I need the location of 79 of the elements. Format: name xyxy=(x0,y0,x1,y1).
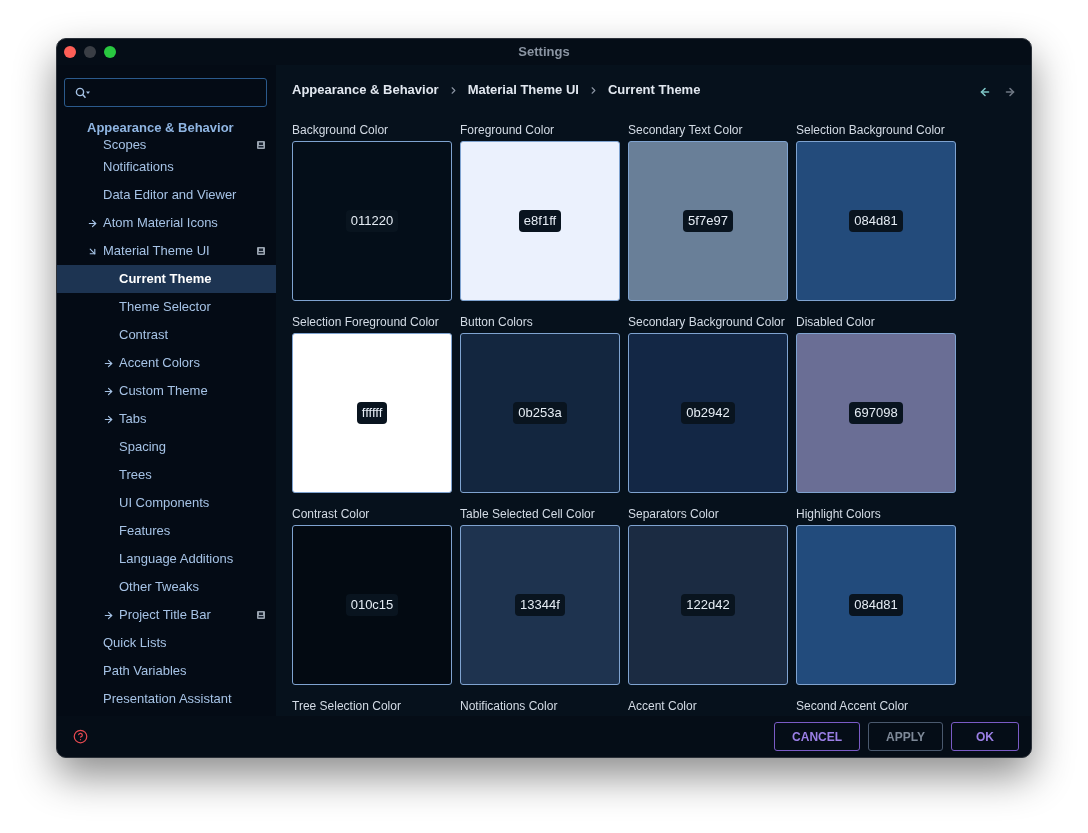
color-swatch[interactable]: 122d42 xyxy=(628,525,788,685)
dialog-button[interactable]: OK xyxy=(951,722,1019,751)
sidebar-item[interactable]: Current Theme xyxy=(57,265,276,293)
hex-value: 5f7e97 xyxy=(683,210,733,232)
color-label: Disabled Color xyxy=(796,314,876,331)
hex-value: 697098 xyxy=(849,402,903,424)
color-label: Table Selected Cell Color xyxy=(460,506,596,523)
color-label: Notifications Color xyxy=(460,698,559,715)
sidebar-item[interactable]: Project Title Bar xyxy=(57,601,276,629)
sidebar-item[interactable]: Contrast xyxy=(57,321,276,349)
color-swatch[interactable]: 13344f xyxy=(460,525,620,685)
arrow-left-icon[interactable] xyxy=(979,86,991,98)
dialog-button[interactable]: CANCEL xyxy=(774,722,861,751)
sidebar-item[interactable]: UI Components xyxy=(57,489,276,517)
breadcrumb-link[interactable]: Current Theme xyxy=(607,80,701,100)
color-swatch[interactable]: 084d81 xyxy=(796,525,956,685)
sidebar-item[interactable]: Theme Selector xyxy=(57,293,276,321)
color-label: Secondary Background Color xyxy=(628,314,786,331)
sidebar-item[interactable]: Tabs xyxy=(57,405,276,433)
hex-value: 011220 xyxy=(345,210,399,232)
color-swatch[interactable]: 697098 xyxy=(796,333,956,493)
hex-value: 084d81 xyxy=(849,594,903,616)
section-header: Appearance & Behavior xyxy=(86,119,235,137)
help-icon[interactable] xyxy=(73,729,88,744)
sidebar-item[interactable]: Trees xyxy=(57,461,276,489)
color-label: Second Accent Color xyxy=(796,698,910,715)
color-swatch[interactable]: 0b253a xyxy=(460,333,620,493)
color-label: Highlight Colors xyxy=(796,506,882,523)
arrow-right-icon[interactable] xyxy=(103,357,114,369)
color-label: Button Colors xyxy=(460,314,534,331)
search-icon xyxy=(75,86,91,99)
sidebar-item[interactable]: Notifications xyxy=(57,153,276,181)
arrow-right-icon[interactable] xyxy=(103,385,114,397)
breadcrumb-link[interactable]: Material Theme UI xyxy=(467,80,579,100)
hex-value: 13344f xyxy=(515,594,565,616)
arrow-right-icon[interactable] xyxy=(103,609,114,621)
hex-value: 0b2942 xyxy=(681,402,735,424)
sidebar-item[interactable]: Spacing xyxy=(57,433,276,461)
arrow-right-icon[interactable] xyxy=(87,217,98,229)
hex-value: 0b253a xyxy=(513,402,567,424)
color-label: Contrast Color xyxy=(292,506,371,523)
sidebar-item[interactable]: Quick Lists xyxy=(57,629,276,657)
sidebar-item[interactable]: Atom Material Icons xyxy=(57,209,276,237)
maximize-window-icon[interactable] xyxy=(104,46,116,58)
search-field[interactable] xyxy=(64,78,267,107)
hex-value: 122d42 xyxy=(681,594,735,616)
sidebar-item[interactable]: Material Theme UI xyxy=(57,237,276,265)
breadcrumb-link[interactable]: Appearance & Behavior xyxy=(292,80,439,100)
sidebar-item[interactable]: Language Additions xyxy=(57,545,276,573)
color-label: Selection Background Color xyxy=(796,122,946,139)
color-label: Separators Color xyxy=(628,506,720,523)
arrow-right-icon[interactable] xyxy=(103,413,114,425)
color-swatch[interactable]: 084d81 xyxy=(796,141,956,301)
color-swatch[interactable]: e8f1ff xyxy=(460,141,620,301)
sidebar-item[interactable]: Scopes xyxy=(57,137,276,153)
color-swatch[interactable]: 0b2942 xyxy=(628,333,788,493)
sidebar-item[interactable]: Other Tweaks xyxy=(57,573,276,601)
color-label: Secondary Text Color xyxy=(628,122,744,139)
sidebar-item[interactable]: Path Variables xyxy=(57,657,276,685)
hex-value: ffffff xyxy=(356,402,388,424)
color-label: Tree Selection Color xyxy=(292,698,402,715)
close-window-icon[interactable] xyxy=(64,46,76,58)
color-swatch[interactable]: 010c15 xyxy=(292,525,452,685)
window-title: Settings xyxy=(518,43,570,62)
sidebar-item[interactable]: Features xyxy=(57,517,276,545)
sidebar-item[interactable]: Custom Theme xyxy=(57,377,276,405)
color-label: Background Color xyxy=(292,122,390,139)
sidebar-item[interactable]: Presentation Assistant xyxy=(57,685,276,713)
color-label: Selection Foreground Color xyxy=(292,314,440,331)
sidebar-item[interactable]: Data Editor and Viewer xyxy=(57,181,276,209)
color-swatch[interactable]: 011220 xyxy=(292,141,452,301)
color-swatch[interactable]: 5f7e97 xyxy=(628,141,788,301)
hex-value: 084d81 xyxy=(849,210,903,232)
hex-value: e8f1ff xyxy=(518,210,562,232)
color-label: Accent Color xyxy=(628,698,698,715)
color-label: Foreground Color xyxy=(460,122,556,139)
color-swatch[interactable]: ffffff xyxy=(292,333,452,493)
sidebar-item[interactable]: Accent Colors xyxy=(57,349,276,377)
hex-value: 010c15 xyxy=(345,594,399,616)
